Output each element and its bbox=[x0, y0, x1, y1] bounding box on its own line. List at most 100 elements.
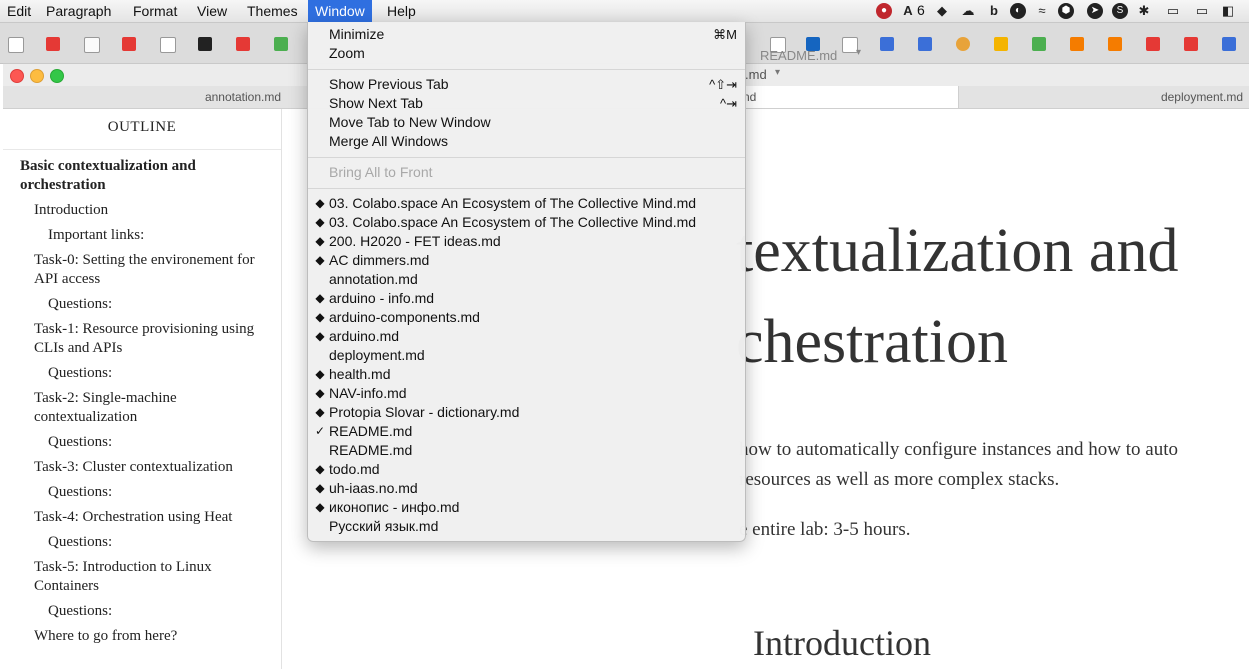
menu-item-document[interactable]: annotation.md bbox=[308, 270, 745, 289]
menu-item-document[interactable]: ◆ arduino-components.md bbox=[308, 308, 745, 327]
document-icon[interactable] bbox=[84, 37, 100, 53]
slides-icon[interactable] bbox=[994, 37, 1008, 51]
outline-item[interactable]: Questions: bbox=[48, 533, 112, 552]
menu-item-document[interactable]: ◆ arduino - info.md bbox=[308, 289, 745, 308]
wave-icon[interactable]: ≈ bbox=[1034, 3, 1050, 19]
menu-separator bbox=[308, 188, 745, 189]
youtube-icon[interactable] bbox=[46, 37, 60, 51]
menu-item-document[interactable]: ◆ 03. Colabo.space An Ecosystem of The C… bbox=[308, 194, 745, 213]
diamond-icon: ◆ bbox=[315, 462, 325, 476]
minimize-window-button[interactable] bbox=[30, 69, 44, 83]
app-icon[interactable] bbox=[1070, 37, 1084, 51]
chrome-icon[interactable] bbox=[956, 37, 970, 51]
youtube-icon[interactable] bbox=[1146, 37, 1160, 51]
outline-item[interactable]: Important links: bbox=[48, 226, 144, 245]
battery-icon[interactable]: ▭ bbox=[1163, 3, 1183, 19]
outline-item[interactable]: Task-5: Introduction to Linux Containers bbox=[34, 558, 234, 596]
outline-item[interactable]: Task-2: Single-machine contextualization bbox=[34, 389, 199, 427]
paragraph-line: how to automatically configure instances… bbox=[739, 439, 1178, 460]
menu-item-document[interactable]: ◆ uh-iaas.no.md bbox=[308, 479, 745, 498]
adobe-icon[interactable]: A bbox=[900, 3, 916, 19]
menu-view[interactable]: View bbox=[190, 0, 234, 22]
menu-paragraph[interactable]: Paragraph bbox=[39, 0, 118, 22]
flag-icon[interactable]: ◧ bbox=[1220, 3, 1236, 19]
divider bbox=[3, 149, 281, 150]
menu-item-document[interactable]: ◆ AC dimmers.md bbox=[308, 251, 745, 270]
menu-item-zoom[interactable]: Zoom bbox=[308, 44, 745, 63]
menu-item-label: Merge All Windows bbox=[329, 133, 449, 149]
menu-item-document[interactable]: deployment.md bbox=[308, 346, 745, 365]
chevron-down-icon: ▾ bbox=[775, 67, 781, 78]
outline-item[interactable]: Task-3: Cluster contextualization bbox=[34, 458, 233, 477]
youtube-icon[interactable] bbox=[122, 37, 136, 51]
facebook-icon[interactable] bbox=[1222, 37, 1236, 51]
menu-item-show-previous-tab[interactable]: Show Previous Tab ^⇧⇥ bbox=[308, 75, 745, 94]
menu-item-label: Русский язык.md bbox=[329, 518, 439, 534]
youtube-icon[interactable] bbox=[236, 37, 250, 51]
menu-item-document[interactable]: ◆ health.md bbox=[308, 365, 745, 384]
tab-deployment[interactable]: deployment.md bbox=[958, 86, 1249, 108]
menu-item-document[interactable]: ◆ иконопис - инфо.md bbox=[308, 498, 745, 517]
zoom-window-button[interactable] bbox=[50, 69, 64, 83]
google-docs-icon[interactable] bbox=[918, 37, 932, 51]
cloud-upload-icon[interactable]: ☁ bbox=[960, 3, 976, 19]
notification-app-icon[interactable]: ● bbox=[876, 3, 892, 19]
menu-item-label: Zoom bbox=[329, 45, 365, 61]
youtube-icon[interactable] bbox=[1184, 37, 1198, 51]
menu-item-document[interactable]: Русский язык.md bbox=[308, 517, 745, 536]
menu-item-document[interactable]: ◆ 200. H2020 - FET ideas.md bbox=[308, 232, 745, 251]
drive-icon[interactable] bbox=[274, 37, 288, 51]
menu-item-document[interactable]: ◆ arduino.md bbox=[308, 327, 745, 346]
outline-item[interactable]: Task-0: Setting the environement for API… bbox=[34, 251, 269, 289]
skype-icon[interactable]: S bbox=[1112, 3, 1128, 19]
outline-item[interactable]: Questions: bbox=[48, 295, 112, 314]
outline-item[interactable]: Questions: bbox=[48, 364, 112, 383]
menu-window[interactable]: Window bbox=[308, 0, 372, 22]
outline-item[interactable]: Questions: bbox=[48, 433, 112, 452]
menu-item-show-next-tab[interactable]: Show Next Tab ^⇥ bbox=[308, 94, 745, 113]
outline-item[interactable]: Task-4: Orchestration using Heat bbox=[34, 508, 232, 527]
vpn-shield-icon[interactable]: ⬢ bbox=[1058, 3, 1074, 19]
document-heading-line: chestration bbox=[736, 308, 1009, 376]
menu-item-document[interactable]: ◆ NAV-info.md bbox=[308, 384, 745, 403]
menu-help[interactable]: Help bbox=[380, 0, 423, 22]
close-window-button[interactable] bbox=[10, 69, 24, 83]
menu-item-label: Show Next Tab bbox=[329, 95, 423, 111]
bluetooth-icon[interactable]: ✱ bbox=[1136, 3, 1152, 19]
adobe-badge-count: 6 bbox=[917, 2, 925, 18]
section-heading: Introduction bbox=[753, 623, 931, 663]
terminal-icon[interactable] bbox=[198, 37, 212, 51]
outline-item[interactable]: Basic contextualization and orchestratio… bbox=[20, 157, 260, 195]
telegram-icon[interactable]: ➤ bbox=[1087, 3, 1103, 19]
menu-item-minimize[interactable]: Minimize ⌘M bbox=[308, 25, 745, 44]
menu-item-document[interactable]: README.md bbox=[308, 441, 745, 460]
wikipedia-icon[interactable] bbox=[8, 37, 24, 53]
diamond-icon: ◆ bbox=[315, 405, 325, 419]
outline-item[interactable]: Questions: bbox=[48, 483, 112, 502]
shortcut-label: ^⇥ bbox=[720, 96, 737, 111]
dropbox-icon[interactable]: ◆ bbox=[934, 3, 950, 19]
tab-readme[interactable]: nd bbox=[740, 86, 959, 108]
menu-item-merge-all-windows[interactable]: Merge All Windows bbox=[308, 132, 745, 151]
diamond-icon: ◆ bbox=[315, 367, 325, 381]
menu-edit[interactable]: Edit bbox=[0, 0, 38, 22]
google-docs-icon[interactable] bbox=[880, 37, 894, 51]
outline-item[interactable]: Where to go from here? bbox=[34, 627, 177, 646]
outline-item[interactable]: Introduction bbox=[34, 201, 108, 220]
menu-item-document[interactable]: ◆ todo.md bbox=[308, 460, 745, 479]
menu-item-move-tab-to-new-window[interactable]: Move Tab to New Window bbox=[308, 113, 745, 132]
menu-item-label: Protopia Slovar - dictionary.md bbox=[329, 404, 520, 420]
airplay-icon[interactable]: ▭ bbox=[1194, 3, 1210, 19]
page-icon[interactable] bbox=[160, 37, 176, 53]
menu-format[interactable]: Format bbox=[126, 0, 184, 22]
menu-item-document[interactable]: ◆ Protopia Slovar - dictionary.md bbox=[308, 403, 745, 422]
b-app-icon[interactable]: b bbox=[986, 3, 1002, 19]
app-icon[interactable] bbox=[1108, 37, 1122, 51]
menu-item-document[interactable]: ◆ 03. Colabo.space An Ecosystem of The C… bbox=[308, 213, 745, 232]
drive-icon[interactable] bbox=[1032, 37, 1046, 51]
shield-icon[interactable]: ◐ bbox=[1010, 3, 1026, 19]
outline-item[interactable]: Questions: bbox=[48, 602, 112, 621]
menu-item-document[interactable]: ✓ README.md bbox=[308, 422, 745, 441]
menu-themes[interactable]: Themes bbox=[240, 0, 305, 22]
outline-item[interactable]: Task-1: Resource provisioning using CLIs… bbox=[34, 320, 269, 358]
